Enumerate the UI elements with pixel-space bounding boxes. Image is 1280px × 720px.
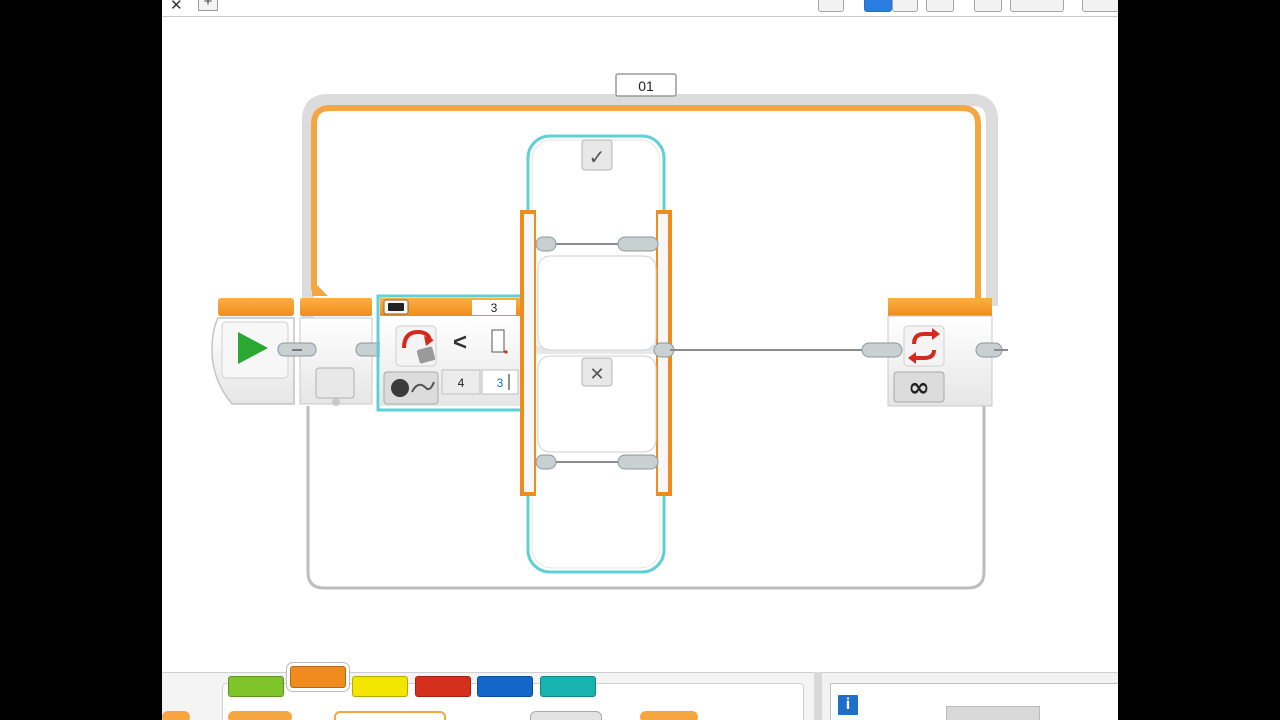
palette-tab-action[interactable]	[228, 676, 284, 697]
info-icon[interactable]: i	[836, 693, 860, 717]
threshold-input-a[interactable]: 4	[458, 376, 465, 390]
loop-end-block[interactable]: ∞	[861, 298, 1008, 407]
panel-divider[interactable]	[814, 672, 822, 720]
infinity-icon: ∞	[908, 373, 930, 403]
threshold-input-b[interactable]: 3	[497, 376, 504, 390]
program-canvas[interactable]: 01 3 < 4 3 ✓ ✕ ∞	[162, 0, 1118, 672]
hardware-page-button[interactable]	[946, 706, 1040, 720]
palette-block[interactable]	[334, 711, 446, 720]
mode-selector-icon[interactable]	[391, 379, 409, 397]
cross-icon: ✕	[589, 364, 604, 385]
loop-name-tag[interactable]: 01	[615, 73, 677, 97]
palette-block[interactable]	[228, 711, 292, 720]
palette-block[interactable]	[162, 711, 190, 720]
letterbox-left	[0, 0, 162, 720]
palette-tab-sensor[interactable]	[352, 676, 408, 697]
palette-tab-advanced[interactable]	[477, 676, 533, 697]
checkmark-icon: ✓	[589, 145, 606, 169]
switch-block[interactable]: 3 < 4 3 ✓ ✕	[376, 134, 675, 574]
palette-tab-flow-control[interactable]	[290, 666, 346, 688]
palette-tab-data-operations[interactable]	[415, 676, 471, 697]
palette-block[interactable]	[530, 711, 602, 720]
palette-block[interactable]	[640, 711, 698, 720]
letterbox-right	[1118, 0, 1280, 720]
compare-operator[interactable]: <	[453, 329, 467, 356]
ev3-programming-window: ✕ + 01 3 < 4 3 ✓ ✕ ∞ i	[162, 0, 1118, 720]
loop-name: 01	[638, 78, 654, 94]
port-selector[interactable]: 3	[491, 301, 498, 315]
palette-tab-my-blocks[interactable]	[540, 676, 596, 697]
